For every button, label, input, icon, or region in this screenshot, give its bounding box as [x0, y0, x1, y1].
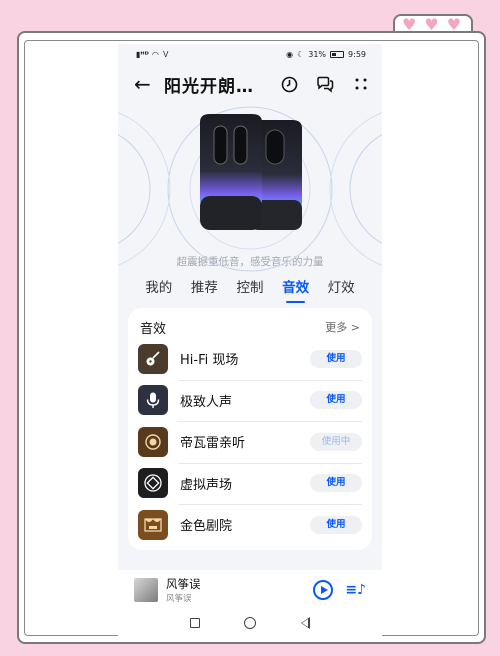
devialet-icon [138, 426, 168, 457]
tab-sound-effects[interactable]: 音效 [282, 276, 309, 303]
microphone-icon [138, 385, 168, 416]
use-button[interactable]: 使用 [310, 391, 362, 410]
playlist-icon[interactable]: ≡♪ [345, 582, 366, 598]
effect-name: 金色剧院 [180, 519, 233, 535]
song-info[interactable]: 风筝误 风筝误 [166, 576, 313, 604]
use-button[interactable]: 使用 [310, 349, 362, 368]
theater-icon [138, 509, 168, 540]
effect-name: Hi-Fi 现场 [180, 353, 239, 369]
in-use-button[interactable]: 使用中 [310, 432, 362, 451]
card-header: 音效 更多 > [138, 316, 362, 338]
hero-banner [118, 104, 382, 272]
play-icon[interactable] [313, 580, 334, 600]
recent-apps-icon[interactable] [190, 618, 201, 628]
guitar-icon [138, 343, 168, 374]
tab-mine[interactable]: 我的 [145, 276, 172, 302]
wifi-icon: ◠ [151, 49, 159, 59]
battery-icon [330, 50, 345, 58]
tab-recommend[interactable]: 推荐 [191, 276, 218, 302]
card-title: 音效 [140, 321, 167, 337]
system-nav-bar [118, 610, 382, 636]
effect-name: 极致人声 [180, 394, 233, 410]
effect-item[interactable]: 帝瓦雷亲听 使用中 [138, 421, 362, 463]
sound-effects-card: 音效 更多 > Hi-Fi 现场 使用 极致人声 使用 帝瓦雷亲听 使用中 虚拟… [128, 308, 372, 550]
use-button[interactable]: 使用 [310, 515, 362, 534]
status-bar: ▮ᴴᴰ ◠ Ｖ ◉ ☾ 31% 9:59 [118, 44, 382, 64]
tab-control[interactable]: 控制 [236, 276, 263, 302]
eye-icon: ◉ [286, 49, 294, 59]
effect-name: 虚拟声场 [180, 477, 233, 493]
clock: 9:59 [348, 49, 366, 59]
effect-name: 帝瓦雷亲听 [180, 436, 246, 452]
battery-percent: 31% [308, 49, 327, 59]
mini-player[interactable]: 风筝误 风筝误 ≡♪ [118, 570, 382, 610]
effect-item[interactable]: 极致人声 使用 [138, 379, 362, 422]
song-artist: 风筝误 [166, 594, 192, 604]
album-cover[interactable] [134, 578, 158, 602]
phone-screen: ▮ᴴᴰ ◠ Ｖ ◉ ☾ 31% 9:59 ← 阳光开朗… 超震撼重低音，感受音乐… [118, 44, 382, 636]
effect-item[interactable]: 虚拟声场 使用 [138, 462, 362, 505]
signal-icon: ▮ᴴᴰ [136, 49, 149, 59]
surround-icon [138, 468, 168, 499]
tab-light-effects[interactable]: 灯效 [328, 276, 355, 302]
home-icon[interactable] [244, 617, 257, 629]
nfc-icon: Ｖ [161, 49, 170, 59]
effect-item[interactable]: Hi-Fi 现场 使用 [138, 338, 362, 380]
song-title: 风筝误 [166, 577, 201, 591]
speaker-image [200, 114, 302, 230]
effect-item[interactable]: 金色剧院 使用 [138, 504, 362, 546]
moon-icon: ☾ [297, 49, 305, 59]
use-button[interactable]: 使用 [310, 474, 362, 493]
more-link[interactable]: 更多 > [325, 319, 360, 335]
back-icon[interactable] [300, 617, 310, 629]
